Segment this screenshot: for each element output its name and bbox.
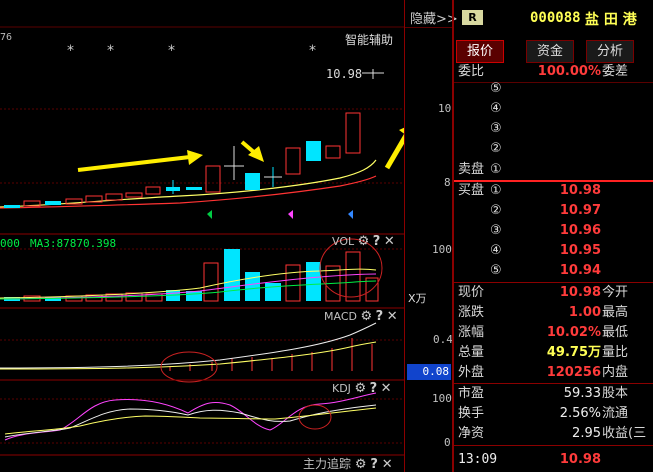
- vol-panel-header: VOL ⚙ ? ✕: [332, 234, 395, 249]
- axis-vol-100: 100: [432, 243, 452, 256]
- axis-price-10: 10: [438, 102, 452, 115]
- help-icon[interactable]: ?: [370, 381, 378, 396]
- buy-label: 买盘: [458, 183, 485, 198]
- axis-kdj-0: 0: [444, 436, 451, 449]
- kdj-panel-header: KDJ ⚙ ? ✕: [332, 381, 392, 396]
- buy-level-1[interactable]: 买盘 ① 10.98: [454, 181, 653, 201]
- sell-label: 卖盘: [458, 162, 485, 177]
- tick-row[interactable]: 13:09 10.98: [454, 450, 653, 470]
- tab-analysis[interactable]: 分析: [586, 40, 634, 63]
- axis-price-8: 8: [444, 176, 451, 189]
- help-icon[interactable]: ?: [376, 309, 384, 324]
- axis-kdj-100: 100: [432, 392, 452, 405]
- main-track-label[interactable]: 主力追踪: [303, 457, 351, 471]
- quote-row-netassets: 净资 2.95 收益(三: [458, 426, 647, 441]
- tick-time: 13:09: [458, 452, 498, 467]
- sell-level-1[interactable]: 卖盘 ①: [454, 160, 653, 180]
- close-icon[interactable]: ✕: [381, 381, 392, 396]
- sell-level-3[interactable]: ③: [454, 119, 653, 139]
- quote-row-pct: 涨幅 10.02% 最低: [458, 325, 629, 340]
- tick-price: 10.98: [559, 452, 601, 467]
- quote-row-outer: 外盘 120256 内盘: [458, 365, 629, 380]
- close-icon[interactable]: ✕: [387, 309, 398, 324]
- tab-funds[interactable]: 资金: [526, 40, 574, 63]
- quote-row-change: 涨跌 1.00 最高: [458, 305, 629, 320]
- axis-macd-04: 0.4: [433, 333, 453, 346]
- help-icon[interactable]: ?: [373, 234, 381, 249]
- quote-row-price: 现价 10.98 今开: [458, 285, 629, 300]
- gear-icon[interactable]: ⚙: [360, 309, 372, 324]
- quote-row-volume: 总量 49.75万 量比: [458, 345, 629, 360]
- macd-current-value: 0.08: [407, 364, 451, 380]
- svg-text:*: *: [309, 43, 316, 59]
- vol-label: VOL: [332, 235, 355, 248]
- buy-level-3[interactable]: ③ 10.96: [454, 221, 653, 241]
- quote-panel: R 000088 盐 田 港 报价 资金 分析 委比 100.00% 委差 ⑤ …: [454, 0, 653, 472]
- hide-button[interactable]: 隐藏>>: [410, 8, 458, 27]
- axis-vol-unit: X万: [408, 292, 427, 305]
- macd-panel-header: MACD ⚙ ? ✕: [324, 309, 398, 324]
- svg-text:*: *: [107, 43, 114, 59]
- help-icon[interactable]: ?: [370, 457, 378, 472]
- gear-icon[interactable]: ⚙: [354, 381, 366, 396]
- buy-level-5[interactable]: ⑤ 10.94: [454, 261, 653, 281]
- buy-level-2[interactable]: ② 10.97: [454, 201, 653, 221]
- gear-icon[interactable]: ⚙: [355, 457, 367, 472]
- gear-icon[interactable]: ⚙: [358, 234, 370, 249]
- badge-r: R: [462, 10, 483, 25]
- close-icon[interactable]: ✕: [382, 457, 393, 472]
- quote-row-turnover: 换手 2.56% 流通: [458, 406, 629, 421]
- sell-level-5[interactable]: ⑤: [454, 79, 653, 99]
- stock-name: 盐 田 港: [585, 12, 637, 28]
- sell-level-2[interactable]: ②: [454, 139, 653, 159]
- buy-level-4[interactable]: ④ 10.95: [454, 241, 653, 261]
- macd-label: MACD: [324, 310, 357, 323]
- candles: [4, 112, 361, 208]
- vol-info-left: 000: [0, 237, 20, 250]
- price-axis: 隐藏>> 10 8 100 X万 0.4 0.08 100 0: [404, 0, 458, 472]
- current-price-marker: 10.98: [326, 67, 363, 81]
- annotation-arrows: [77, 127, 404, 172]
- stock-code: 000088: [530, 10, 581, 26]
- quote-row-pe: 市盈 59.33 股本: [458, 386, 629, 401]
- sell-level-4[interactable]: ④: [454, 99, 653, 119]
- main-track-header: 主力追踪 ⚙ ? ✕: [303, 455, 393, 472]
- svg-text:*: *: [67, 43, 74, 59]
- svg-text:*: *: [168, 43, 175, 59]
- macd-histogram: [169, 338, 373, 371]
- kdj-label: KDJ: [332, 382, 351, 395]
- vol-info-ma3: MA3:87870.398: [30, 237, 117, 250]
- tab-quote[interactable]: 报价: [456, 40, 504, 63]
- close-icon[interactable]: ✕: [384, 234, 395, 249]
- signal-markers: * * * *: [67, 43, 316, 59]
- kline-chart-area[interactable]: 76 智能辅助 * * * * 10.98 000 MA3:87870.398 …: [0, 0, 404, 472]
